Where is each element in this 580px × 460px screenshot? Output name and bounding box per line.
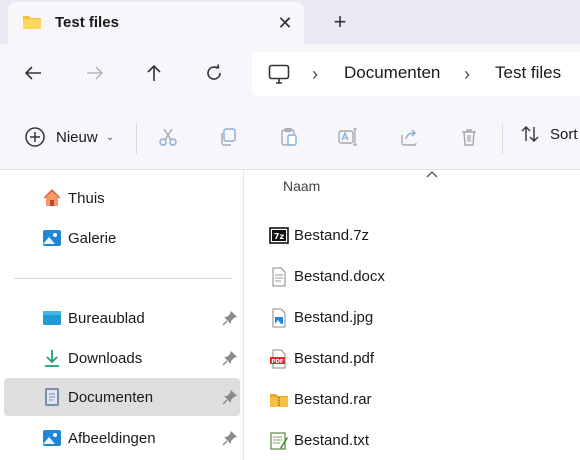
arrow-left-icon bbox=[24, 66, 41, 80]
chevron-right-icon[interactable]: › bbox=[312, 64, 318, 85]
file-row-rar[interactable]: Bestand.rar bbox=[245, 382, 580, 422]
column-header-name[interactable]: Naam bbox=[283, 178, 320, 194]
pictures-icon bbox=[43, 430, 61, 446]
navigation-pane: Thuis Galerie Bureaublad Downloads Docum… bbox=[0, 170, 244, 460]
tab-test-files[interactable]: Test files ✕ bbox=[8, 2, 304, 44]
image-file-icon bbox=[272, 308, 286, 328]
breadcrumb-documenten[interactable]: Documenten bbox=[344, 63, 440, 83]
pin-icon[interactable] bbox=[222, 430, 238, 446]
file-row-pdf[interactable]: PDF Bestand.pdf bbox=[245, 341, 580, 381]
file-name: Bestand.jpg bbox=[294, 309, 374, 326]
rename-icon bbox=[338, 128, 357, 146]
sidebar-item-label: Bureaublad bbox=[68, 310, 145, 327]
plus-icon[interactable]: + bbox=[328, 10, 352, 34]
file-row-jpg[interactable]: Bestand.jpg bbox=[245, 300, 580, 340]
divider bbox=[136, 124, 137, 154]
address-bar[interactable]: › Documenten › Test files bbox=[252, 52, 580, 96]
home-icon bbox=[43, 189, 61, 206]
pdf-file-icon: PDF bbox=[270, 349, 286, 369]
chevron-down-icon: ⌄ bbox=[105, 131, 115, 143]
chevron-right-icon[interactable]: › bbox=[464, 64, 470, 85]
sidebar-item-downloads[interactable]: Downloads bbox=[4, 339, 240, 377]
paste-icon bbox=[281, 127, 297, 146]
share-icon bbox=[401, 129, 417, 146]
tab-title: Test files bbox=[55, 14, 119, 31]
sidebar-item-afbeeldingen[interactable]: Afbeeldingen bbox=[4, 419, 240, 457]
sidebar-item-documenten[interactable]: Documenten bbox=[4, 378, 240, 416]
up-button[interactable] bbox=[139, 58, 169, 88]
sidebar-item-thuis[interactable]: Thuis bbox=[4, 179, 240, 217]
file-list: Naam 7z Bestand.7z Bestand.docx Bestand.… bbox=[245, 170, 580, 460]
breadcrumb-test-files[interactable]: Test files bbox=[495, 63, 561, 83]
copy-icon bbox=[221, 128, 236, 146]
file-name: Bestand.txt bbox=[294, 432, 370, 449]
sidebar-item-label: Thuis bbox=[68, 190, 105, 207]
arrow-right-icon bbox=[87, 66, 104, 80]
sidebar-item-label: Galerie bbox=[68, 230, 117, 247]
sort-ascending-icon bbox=[426, 171, 438, 178]
document-file-icon bbox=[272, 267, 286, 287]
paste-button[interactable] bbox=[276, 124, 302, 150]
file-row-7z[interactable]: 7z Bestand.7z bbox=[245, 218, 580, 258]
documents-icon bbox=[45, 388, 59, 406]
svg-text:PDF: PDF bbox=[271, 359, 284, 365]
pin-icon[interactable] bbox=[222, 350, 238, 366]
sidebar-item-label: Afbeeldingen bbox=[68, 430, 156, 447]
file-name: Bestand.docx bbox=[294, 268, 385, 285]
new-button-label: Nieuw bbox=[56, 128, 98, 146]
back-button[interactable] bbox=[18, 58, 48, 88]
text-file-icon bbox=[270, 432, 288, 450]
downloads-icon bbox=[45, 350, 59, 367]
file-row-docx[interactable]: Bestand.docx bbox=[245, 259, 580, 299]
refresh-button[interactable] bbox=[199, 58, 229, 88]
close-icon[interactable]: ✕ bbox=[274, 12, 296, 34]
svg-text:7z: 7z bbox=[274, 232, 285, 241]
delete-button[interactable] bbox=[456, 124, 482, 150]
file-name: Bestand.7z bbox=[294, 227, 370, 244]
divider bbox=[502, 124, 503, 154]
computer-icon[interactable] bbox=[268, 64, 290, 84]
desktop-icon bbox=[43, 311, 61, 325]
sort-button-label: Sort bbox=[550, 125, 578, 143]
forward-button[interactable] bbox=[80, 58, 110, 88]
plus-circle-icon bbox=[25, 127, 45, 147]
cut-icon bbox=[159, 128, 177, 146]
share-button[interactable] bbox=[396, 124, 422, 150]
pin-icon[interactable] bbox=[222, 389, 238, 405]
tab-strip: Test files ✕ + bbox=[0, 0, 580, 44]
sidebar-item-label: Downloads bbox=[68, 350, 143, 367]
folder-icon bbox=[23, 16, 41, 29]
sort-icon bbox=[521, 126, 539, 142]
archive-file-icon bbox=[270, 394, 288, 407]
file-row-txt[interactable]: Bestand.txt bbox=[245, 423, 580, 460]
sidebar-divider bbox=[14, 278, 232, 279]
navigation-bar: › Documenten › Test files bbox=[0, 44, 580, 102]
sort-button[interactable]: Sort bbox=[520, 124, 578, 144]
gallery-icon bbox=[43, 230, 61, 246]
arrow-up-icon bbox=[147, 64, 161, 81]
rename-button[interactable] bbox=[336, 124, 362, 150]
delete-icon bbox=[462, 129, 476, 146]
new-button[interactable]: Nieuw ⌄ bbox=[24, 124, 114, 150]
refresh-icon bbox=[207, 64, 221, 80]
pin-icon[interactable] bbox=[222, 310, 238, 326]
7z-file-icon: 7z bbox=[269, 227, 289, 244]
file-name: Bestand.pdf bbox=[294, 350, 375, 367]
cut-button[interactable] bbox=[155, 124, 181, 150]
command-bar: Nieuw ⌄ Sort bbox=[0, 102, 580, 170]
file-name: Bestand.rar bbox=[294, 391, 372, 408]
sidebar-item-label: Documenten bbox=[68, 389, 154, 406]
sidebar-item-bureaublad[interactable]: Bureaublad bbox=[4, 299, 240, 337]
copy-button[interactable] bbox=[215, 124, 241, 150]
sidebar-item-galerie[interactable]: Galerie bbox=[4, 219, 240, 257]
